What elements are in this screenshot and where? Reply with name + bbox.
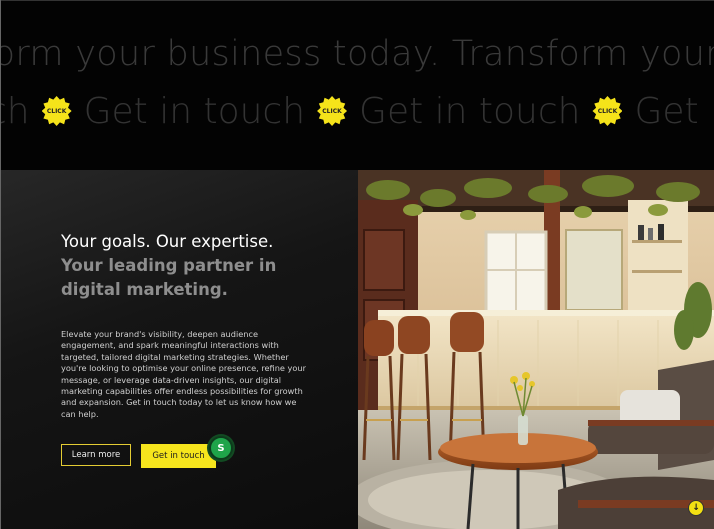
learn-more-button[interactable]: Learn more [61, 444, 131, 466]
cafe-interior-image [358, 170, 714, 529]
hero-subtitle: Your leading partner in digital marketin… [61, 256, 277, 299]
marquee-text: ch [1, 90, 30, 132]
marquee-text[interactable]: Get in t [634, 91, 714, 132]
marquee-line-get-in-touch[interactable]: ch CLICK Get in touch CLICK Get in touch… [1, 85, 714, 137]
window-left-border [0, 0, 1, 529]
click-badge-icon[interactable]: CLICK [41, 96, 72, 126]
hero-photo [358, 170, 714, 529]
marquee-line-transform: form your business today. Transform your… [1, 34, 714, 74]
hero-content-panel: Your goals. Our expertise. Your leading … [1, 170, 358, 529]
scroll-down-icon[interactable]: ↓ [688, 500, 704, 516]
user-avatar[interactable]: S [209, 436, 233, 460]
marquee-text[interactable]: Get in touch [84, 91, 305, 132]
hero-description: Elevate your brand's visibility, deepen … [61, 329, 306, 419]
click-badge-icon[interactable]: CLICK [592, 96, 623, 126]
marquee-band: form your business today. Transform your… [1, 1, 714, 170]
get-in-touch-button[interactable]: Get in touch [141, 444, 216, 468]
click-badge-icon[interactable]: CLICK [317, 96, 348, 126]
hero-title: Your goals. Our expertise. [61, 232, 274, 251]
marquee-text[interactable]: Get in touch [359, 91, 580, 132]
marquee-text: form your business today. Transform your… [1, 34, 714, 74]
